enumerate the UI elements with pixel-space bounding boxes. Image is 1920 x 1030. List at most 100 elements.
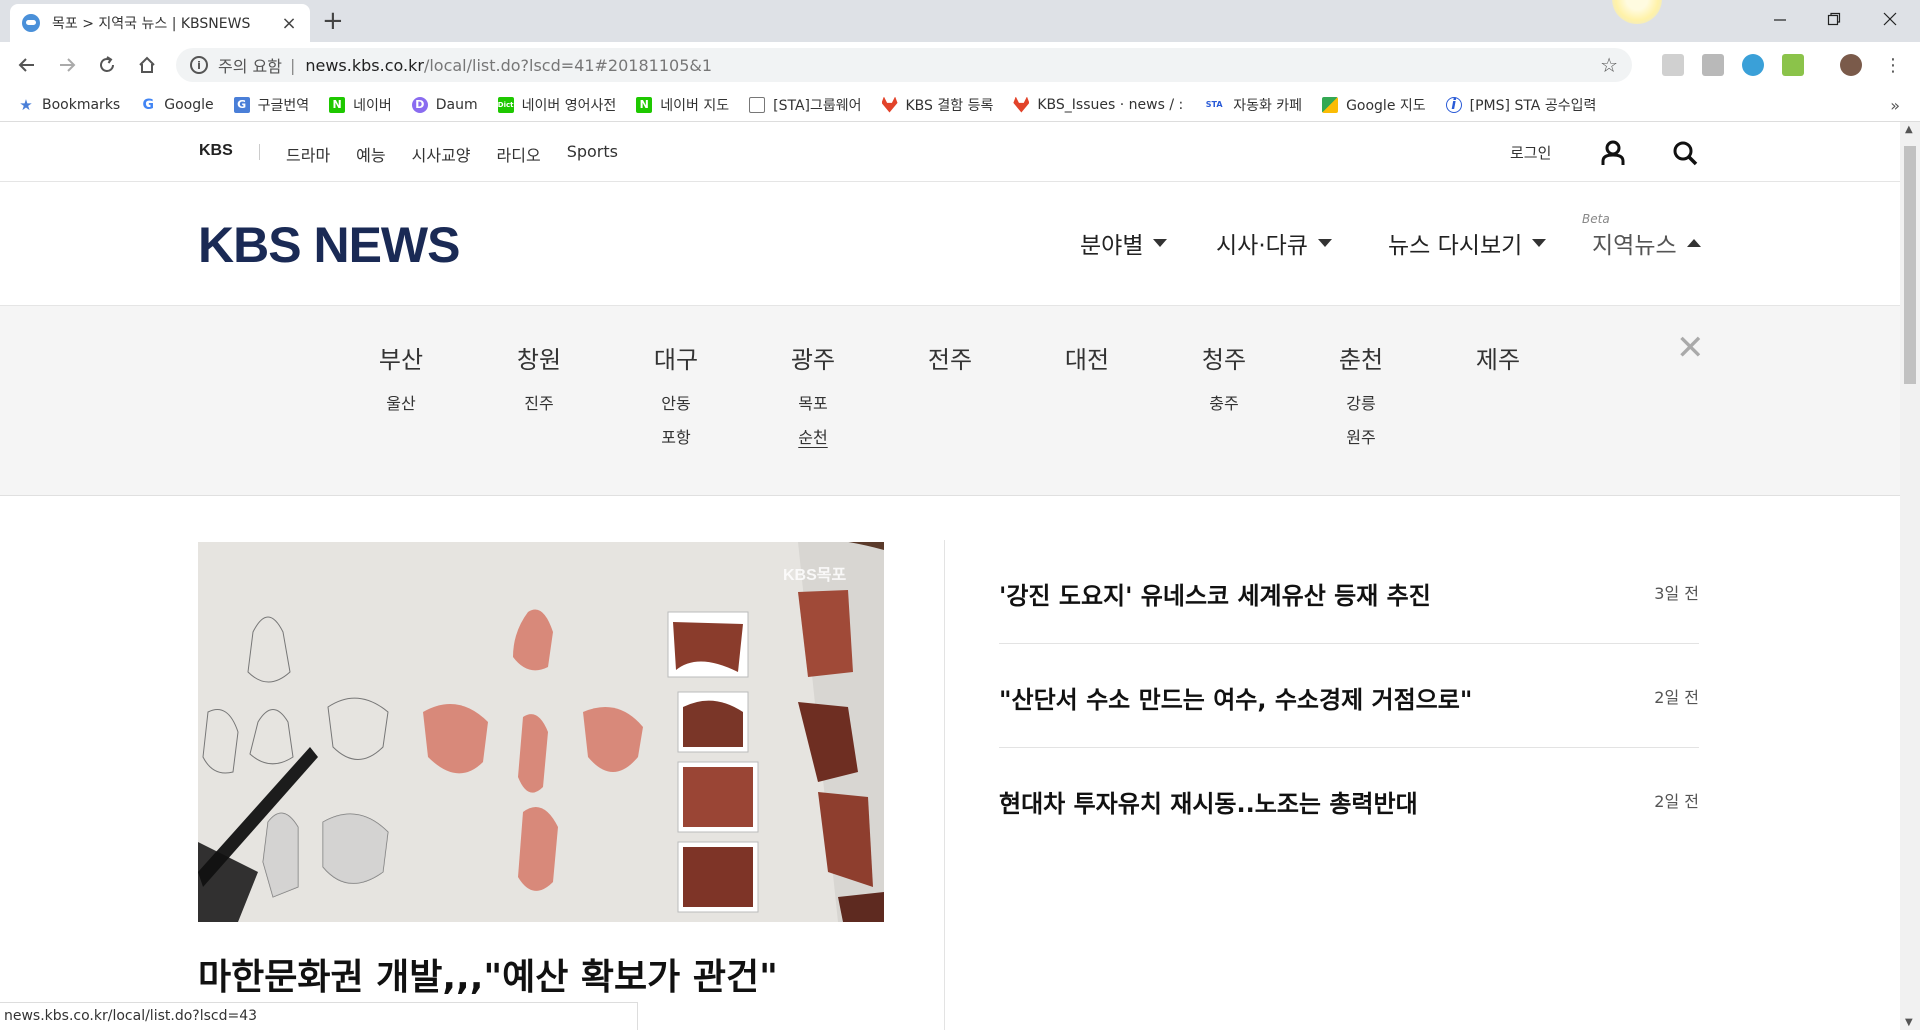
link-sports[interactable]: Sports [567, 142, 618, 166]
tab-title: 목포 > 지역국 뉴스 | KBSNEWS [52, 16, 251, 32]
scroll-up-icon[interactable]: ▲ [1905, 124, 1913, 135]
new-tab-button[interactable]: + [322, 8, 344, 34]
region-sub-link[interactable]: 진주 [489, 387, 589, 421]
bookmark-item[interactable]: G 구글번역 [233, 95, 310, 115]
region-main-link[interactable]: 대구 [626, 340, 726, 375]
forward-button[interactable] [52, 50, 82, 80]
url-host: news.kbs.co.kr [305, 55, 424, 75]
bookmark-label: Google [164, 96, 214, 113]
region-daegu: 대구 안동 포항 [626, 340, 726, 455]
news-list-item[interactable]: 현대차 투자유치 재시동..노조는 총력반대 2일 전 [999, 748, 1699, 852]
bookmark-item[interactable]: D Daum [411, 96, 478, 113]
chevron-down-icon [1153, 239, 1168, 247]
bookmark-item[interactable]: Google 지도 [1322, 95, 1426, 115]
user-icon[interactable] [1600, 140, 1626, 166]
kbs-news-logo[interactable]: KBS NEWS [198, 216, 460, 274]
naver-icon: N [329, 96, 346, 113]
region-main-link[interactable]: 창원 [489, 340, 589, 375]
region-main-link[interactable]: 춘천 [1311, 340, 1411, 375]
search-icon[interactable] [1672, 140, 1698, 166]
region-sub-link[interactable]: 안동 [626, 387, 726, 421]
google-icon: G [142, 96, 154, 113]
news-title[interactable]: "산단서 수소 만드는 여수, 수소경제 거점으로" [999, 680, 1472, 715]
extension-2-icon[interactable] [1702, 54, 1724, 76]
restore-button[interactable] [1806, 0, 1862, 38]
bookmark-item[interactable]: ★ Bookmarks [18, 95, 121, 114]
news-title[interactable]: 현대차 투자유치 재시동..노조는 총력반대 [999, 784, 1418, 819]
info-icon[interactable]: i [190, 56, 208, 74]
link-radio[interactable]: 라디오 [497, 142, 541, 166]
bookmark-item[interactable]: G Google [140, 97, 213, 113]
browser-tab[interactable]: 목포 > 지역국 뉴스 | KBSNEWS × [10, 4, 310, 42]
back-button[interactable] [12, 50, 42, 80]
region-main-link[interactable]: 청주 [1174, 340, 1274, 375]
profile-avatar[interactable] [1840, 54, 1862, 76]
bookmark-label: Bookmarks [42, 96, 121, 113]
home-button[interactable] [132, 50, 162, 80]
maps-icon [1322, 96, 1339, 113]
bookmark-item[interactable]: i [PMS] STA 공수입력 [1445, 95, 1597, 115]
utility-bar: KBS 드라마 예능 시사교양 라디오 Sports 로그인 [0, 122, 1900, 182]
close-window-button[interactable] [1862, 0, 1918, 38]
home-icon [139, 56, 155, 73]
watermark-text: KBS목포 [783, 566, 847, 584]
scrollbar-thumb[interactable] [1904, 146, 1916, 384]
region-main-link[interactable]: 부산 [351, 340, 451, 375]
region-menu: 부산 울산 창원 진주 대구 안동 포항 광주 목포 순천 전주 대전 청주 충주 … [0, 306, 1900, 496]
region-chuncheon: 춘천 강릉 원주 [1311, 340, 1411, 455]
reload-icon [100, 56, 114, 72]
decorative-glow [1612, 0, 1662, 24]
scroll-down-icon[interactable]: ▼ [1905, 1017, 1913, 1028]
region-sub-link[interactable]: 목포 [763, 387, 863, 421]
region-main-link[interactable]: 광주 [763, 340, 863, 375]
reload-button[interactable] [92, 50, 122, 80]
region-sub-link[interactable]: 포항 [626, 421, 726, 455]
region-jeju: 제주 [1448, 340, 1548, 375]
chrome-menu-icon[interactable]: ⋮ [1878, 50, 1908, 80]
bookmark-item[interactable]: N 네이버 [329, 95, 392, 115]
bookmark-item[interactable]: STA 자동화 카페 [1203, 95, 1302, 115]
bookmark-star-icon[interactable]: ☆ [1600, 53, 1618, 77]
link-drama[interactable]: 드라마 [286, 142, 330, 166]
news-list-item[interactable]: "산단서 수소 만드는 여수, 수소경제 거점으로" 2일 전 [999, 644, 1699, 748]
bookmark-item[interactable]: N 네이버 지도 [636, 95, 729, 115]
region-main-link[interactable]: 제주 [1448, 340, 1548, 375]
dict-icon: Dict [497, 96, 514, 113]
region-sub-link[interactable]: 원주 [1311, 421, 1411, 455]
more-bookmarks-icon[interactable]: » [1890, 96, 1900, 115]
tab-close-icon[interactable]: × [280, 13, 298, 34]
star-icon: ★ [19, 95, 33, 114]
close-icon[interactable]: ✕ [1676, 328, 1705, 368]
extension-1-icon[interactable] [1662, 54, 1684, 76]
address-bar[interactable]: i 주의 요함 | news.kbs.co.kr /local/list.do?… [176, 48, 1632, 82]
news-list-item[interactable]: '강진 도요지' 유네스코 세계유산 등재 추진 3일 전 [999, 540, 1699, 644]
bookmark-label: 구글번역 [257, 97, 310, 114]
region-sub-link[interactable]: 강릉 [1311, 387, 1411, 421]
minimize-button[interactable] [1752, 0, 1808, 38]
link-current-affairs[interactable]: 시사교양 [412, 142, 471, 166]
bookmark-item[interactable]: Dict 네이버 영어사전 [497, 95, 616, 115]
bookmark-label: [PMS] STA 공수입력 [1469, 97, 1597, 114]
bookmark-item[interactable]: KBS 결함 등록 [881, 95, 993, 115]
menu-category[interactable]: 분야별 [1080, 226, 1168, 260]
extension-3-icon[interactable] [1742, 54, 1764, 76]
page-icon [749, 96, 766, 113]
region-main-link[interactable]: 대전 [1037, 340, 1137, 375]
login-link[interactable]: 로그인 [1510, 142, 1551, 163]
bookmark-item[interactable]: [STA]그룹웨어 [749, 95, 862, 115]
news-title[interactable]: '강진 도요지' 유네스코 세계유산 등재 추진 [999, 576, 1431, 611]
region-sub-link[interactable]: 울산 [351, 387, 451, 421]
kbs-brand-link[interactable]: KBS [199, 142, 233, 160]
link-entertainment[interactable]: 예능 [356, 142, 385, 166]
menu-documentary[interactable]: 시사·다큐 [1216, 226, 1332, 260]
menu-local-news[interactable]: 지역뉴스 [1592, 226, 1701, 260]
feature-headline[interactable]: 마한문화권 개발,,,"예산 확보가 관건" [198, 948, 778, 1000]
region-sub-link[interactable]: 충주 [1174, 387, 1274, 421]
region-sub-link[interactable]: 순천 [763, 421, 863, 455]
bookmark-item[interactable]: KBS_Issues · news / : [1013, 96, 1183, 113]
page-scrollbar[interactable]: ▲ ▼ [1900, 122, 1920, 1030]
feature-news-image[interactable]: KBS목포 [198, 542, 884, 922]
region-main-link[interactable]: 전주 [900, 340, 1000, 375]
menu-replay[interactable]: 뉴스 다시보기 [1388, 226, 1547, 260]
extension-4-icon[interactable] [1782, 54, 1804, 76]
